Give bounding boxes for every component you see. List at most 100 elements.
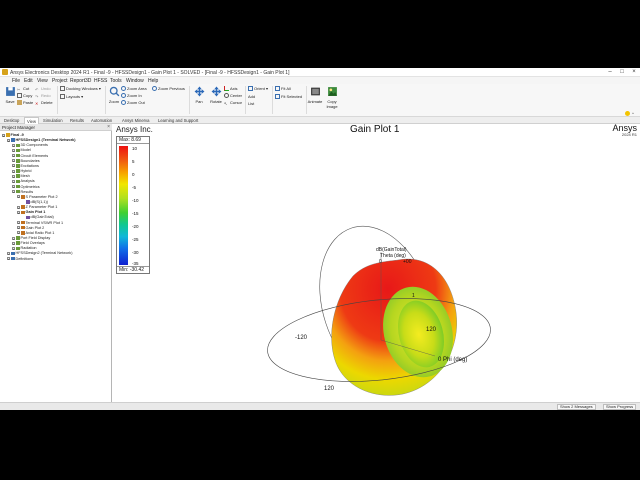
fit-selected-button[interactable]: Fit Selected bbox=[275, 93, 302, 100]
maximize-icon[interactable]: □ bbox=[616, 68, 628, 77]
expand-toggle-icon[interactable]: + bbox=[12, 174, 15, 178]
zoom-area-button[interactable]: Zoom Area bbox=[121, 85, 147, 92]
tree-item-label: Optimetrics bbox=[20, 184, 40, 189]
zoom-area-icon bbox=[121, 86, 126, 92]
tree-item-label: dB(S(1,1)) bbox=[30, 199, 49, 204]
show-messages-button[interactable]: Show 2 Messages bbox=[557, 404, 596, 410]
list-views-button[interactable]: List bbox=[248, 100, 254, 107]
3d-plot-viewport[interactable]: Ansys Inc. Ansys 2024 R1 Gain Plot 1 Max… bbox=[113, 123, 640, 402]
title-bar: Ansys Electronics Desktop 2024 R1 - Fina… bbox=[0, 68, 640, 77]
tree-node-icon bbox=[16, 241, 20, 245]
delete-button[interactable]: ✕ Delete bbox=[35, 99, 53, 106]
zoom-out-icon bbox=[121, 100, 126, 106]
tree-item-label: Circuit Elements bbox=[20, 153, 49, 158]
expand-toggle-icon[interactable]: + bbox=[12, 148, 15, 152]
expand-toggle-icon[interactable]: + bbox=[12, 143, 15, 147]
show-progress-button[interactable]: Show Progress bbox=[603, 404, 637, 410]
collapse-ribbon-icon[interactable]: ^ bbox=[632, 110, 634, 117]
phi-axis-label: 0 Phi (deg) bbox=[438, 357, 468, 363]
expand-toggle-icon[interactable]: + bbox=[17, 231, 20, 235]
expand-toggle-icon[interactable]: + bbox=[17, 205, 20, 209]
expand-toggle-icon[interactable] bbox=[22, 200, 25, 203]
expand-toggle-icon[interactable]: + bbox=[17, 195, 20, 199]
tree-node-icon bbox=[16, 184, 20, 189]
close-panel-icon[interactable]: × bbox=[107, 124, 110, 130]
project-manager-panel: Project Manager × + Final -9 + HFSSDesign1 … bbox=[0, 124, 112, 402]
tree-node-icon bbox=[16, 143, 20, 148]
tree-node-icon bbox=[11, 138, 15, 142]
paste-icon bbox=[17, 100, 22, 106]
expand-toggle-icon[interactable]: + bbox=[17, 226, 20, 230]
tree-node-icon bbox=[16, 174, 20, 178]
undo-button[interactable]: ↶ Undo bbox=[35, 85, 51, 92]
tree-item-label: Gain Plot 2 bbox=[25, 225, 45, 230]
tab-learning-and-support[interactable]: Learning and Support bbox=[158, 118, 198, 123]
rotate-icon bbox=[211, 86, 221, 97]
expand-toggle-icon[interactable]: + bbox=[12, 236, 15, 240]
scale-exponent-label: +00 bbox=[403, 259, 412, 265]
expand-toggle-icon[interactable]: + bbox=[17, 210, 20, 214]
copy-button[interactable]: Copy bbox=[17, 92, 32, 99]
zoom-in-button[interactable]: Zoom In bbox=[121, 92, 142, 99]
copy-image-button[interactable]: Copy Image bbox=[322, 86, 342, 109]
layouts-button[interactable]: Layouts ▾ bbox=[60, 93, 83, 100]
help-icon[interactable] bbox=[625, 110, 631, 117]
paste-button[interactable]: Paste bbox=[17, 99, 33, 106]
phi-plus120-label: 120 bbox=[426, 327, 437, 333]
expand-toggle-icon[interactable]: + bbox=[7, 257, 10, 261]
expand-toggle-icon[interactable]: + bbox=[12, 179, 15, 183]
cursor-button[interactable]: ↖ Cursor bbox=[224, 99, 242, 106]
expand-toggle-icon[interactable]: + bbox=[12, 169, 15, 173]
axis-button[interactable]: Axis bbox=[224, 85, 238, 92]
minimize-icon[interactable]: – bbox=[604, 68, 616, 77]
tree-item-label: Analysis bbox=[20, 179, 35, 184]
tree-item[interactable]: + Definitions bbox=[7, 257, 33, 262]
status-bar: Show 2 Messages Show Progress bbox=[0, 402, 640, 410]
expand-toggle-icon[interactable]: + bbox=[12, 241, 15, 245]
expand-toggle-icon[interactable]: + bbox=[12, 164, 15, 168]
save-icon bbox=[5, 87, 15, 96]
expand-toggle-icon[interactable]: + bbox=[7, 251, 10, 255]
redo-icon: ↷ bbox=[35, 94, 39, 100]
close-icon[interactable]: × bbox=[628, 68, 640, 77]
tree-item-label: Mesh bbox=[20, 174, 30, 179]
docking-windows-button[interactable]: Docking Windows ▾ bbox=[60, 85, 101, 92]
orient-button[interactable]: Orient ▾ bbox=[248, 85, 268, 92]
expand-toggle-icon[interactable]: + bbox=[12, 154, 15, 158]
layout-icon bbox=[60, 94, 65, 100]
expand-toggle-icon[interactable]: + bbox=[12, 185, 15, 189]
fit-all-button[interactable]: Fit All bbox=[275, 85, 291, 92]
expand-toggle-icon[interactable]: + bbox=[12, 190, 15, 194]
tree-item-label: Hybrid bbox=[20, 169, 32, 174]
tree-node-icon bbox=[11, 256, 15, 261]
tab-desktop[interactable]: Desktop bbox=[4, 118, 19, 123]
tree-node-icon bbox=[16, 189, 20, 194]
expand-toggle-icon[interactable]: + bbox=[17, 221, 20, 225]
tree-item-label: dB(GainTotal) bbox=[30, 215, 54, 220]
rotate-button[interactable]: Rotate bbox=[206, 86, 226, 104]
tab-results[interactable]: Results bbox=[70, 118, 84, 123]
expand-toggle-icon[interactable] bbox=[22, 216, 25, 219]
tree-node-icon bbox=[21, 231, 25, 235]
tree-item-label: Gain Plot 1 bbox=[25, 210, 46, 215]
expand-toggle-icon[interactable]: + bbox=[2, 133, 5, 137]
tab-ansys-minerva[interactable]: Ansys Minerva bbox=[122, 118, 149, 123]
tab-simulation[interactable]: Simulation bbox=[43, 118, 63, 123]
tree-item-label: Model bbox=[20, 148, 31, 153]
zoom-out-button[interactable]: Zoom Out bbox=[121, 99, 145, 106]
cut-button[interactable]: ✂ Cut bbox=[17, 85, 29, 92]
tree-item-label: Excitations bbox=[20, 163, 39, 168]
zoom-previous-button[interactable]: Zoom Previous bbox=[152, 85, 185, 92]
center-button[interactable]: Center bbox=[224, 92, 242, 99]
menu-bar: File Edit View Project Report3D HFSS Too… bbox=[0, 77, 640, 84]
tab-automation[interactable]: Automation bbox=[91, 118, 112, 123]
magnifier-icon bbox=[109, 86, 119, 97]
expand-toggle-icon[interactable]: + bbox=[12, 246, 15, 250]
redo-button[interactable]: ↷ Redo bbox=[35, 92, 51, 99]
tree-node-icon bbox=[6, 133, 10, 137]
expand-toggle-icon[interactable]: + bbox=[7, 138, 10, 142]
ribbon-separator bbox=[272, 86, 273, 114]
app-window: Ansys Electronics Desktop 2024 R1 - Fina… bbox=[0, 68, 640, 410]
add-view-button[interactable]: Add bbox=[248, 93, 255, 100]
expand-toggle-icon[interactable]: + bbox=[12, 159, 15, 163]
